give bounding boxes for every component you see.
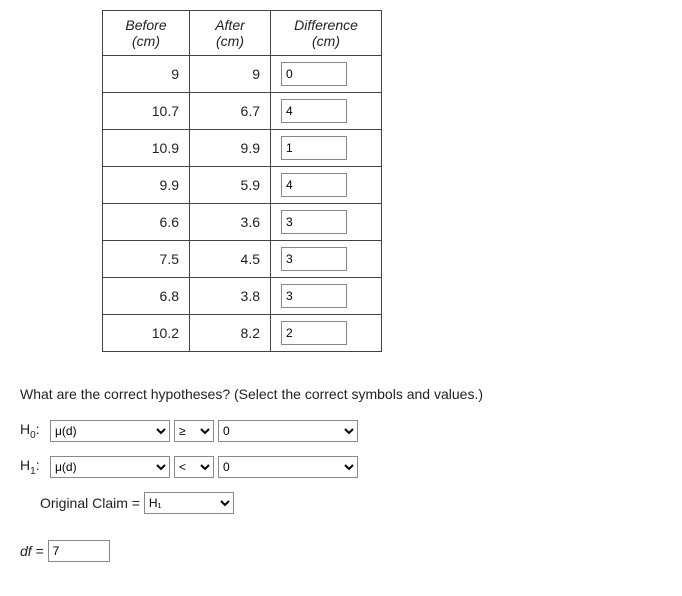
after-cell: 5.9 <box>190 167 271 204</box>
df-row: df = <box>20 540 662 562</box>
diff-cell <box>271 278 382 315</box>
table-row: 7.54.5 <box>103 241 382 278</box>
before-cell: 9 <box>103 56 190 93</box>
diff-input[interactable] <box>281 210 347 234</box>
diff-input[interactable] <box>281 247 347 271</box>
after-cell: 9 <box>190 56 271 93</box>
diff-cell <box>271 130 382 167</box>
h1-label: H1: <box>20 457 50 477</box>
h1-val-select[interactable]: 0 <box>218 456 358 478</box>
original-claim-row: Original Claim = H₁ <box>40 492 662 514</box>
df-label: df = <box>20 543 44 559</box>
after-cell: 3.8 <box>190 278 271 315</box>
h0-param-select[interactable]: μ(d) <box>50 420 170 442</box>
diff-input[interactable] <box>281 173 347 197</box>
question-text: What are the correct hypotheses? (Select… <box>20 386 662 402</box>
diff-cell <box>271 315 382 352</box>
table-row: 6.63.6 <box>103 204 382 241</box>
table-row: 6.83.8 <box>103 278 382 315</box>
h0-label: H0: <box>20 421 50 441</box>
diff-input[interactable] <box>281 321 347 345</box>
before-cell: 10.2 <box>103 315 190 352</box>
table-row: 10.99.9 <box>103 130 382 167</box>
df-input[interactable] <box>48 540 110 562</box>
diff-input[interactable] <box>281 284 347 308</box>
after-cell: 3.6 <box>190 204 271 241</box>
table-row: 99 <box>103 56 382 93</box>
original-claim-label: Original Claim = <box>40 495 140 511</box>
h0-val-select[interactable]: 0 <box>218 420 358 442</box>
col-header-before: Before (cm) <box>103 11 190 56</box>
before-cell: 9.9 <box>103 167 190 204</box>
after-cell: 8.2 <box>190 315 271 352</box>
diff-cell <box>271 167 382 204</box>
data-table: Before (cm) After (cm) Difference (cm) 9… <box>102 10 382 352</box>
diff-input[interactable] <box>281 99 347 123</box>
after-cell: 9.9 <box>190 130 271 167</box>
before-cell: 10.9 <box>103 130 190 167</box>
col-header-after: After (cm) <box>190 11 271 56</box>
before-cell: 10.7 <box>103 93 190 130</box>
after-cell: 4.5 <box>190 241 271 278</box>
table-row: 9.95.9 <box>103 167 382 204</box>
h0-row: H0: μ(d) ≥ 0 <box>20 420 662 442</box>
h1-op-select[interactable]: < <box>174 456 214 478</box>
table-row: 10.28.2 <box>103 315 382 352</box>
h0-op-select[interactable]: ≥ <box>174 420 214 442</box>
h1-param-select[interactable]: μ(d) <box>50 456 170 478</box>
diff-input[interactable] <box>281 136 347 160</box>
diff-cell <box>271 56 382 93</box>
diff-cell <box>271 204 382 241</box>
table-row: 10.76.7 <box>103 93 382 130</box>
before-cell: 7.5 <box>103 241 190 278</box>
diff-input[interactable] <box>281 62 347 86</box>
diff-cell <box>271 241 382 278</box>
h1-row: H1: μ(d) < 0 <box>20 456 662 478</box>
after-cell: 6.7 <box>190 93 271 130</box>
original-claim-select[interactable]: H₁ <box>144 492 234 514</box>
diff-cell <box>271 93 382 130</box>
col-header-diff: Difference (cm) <box>271 11 382 56</box>
before-cell: 6.8 <box>103 278 190 315</box>
before-cell: 6.6 <box>103 204 190 241</box>
